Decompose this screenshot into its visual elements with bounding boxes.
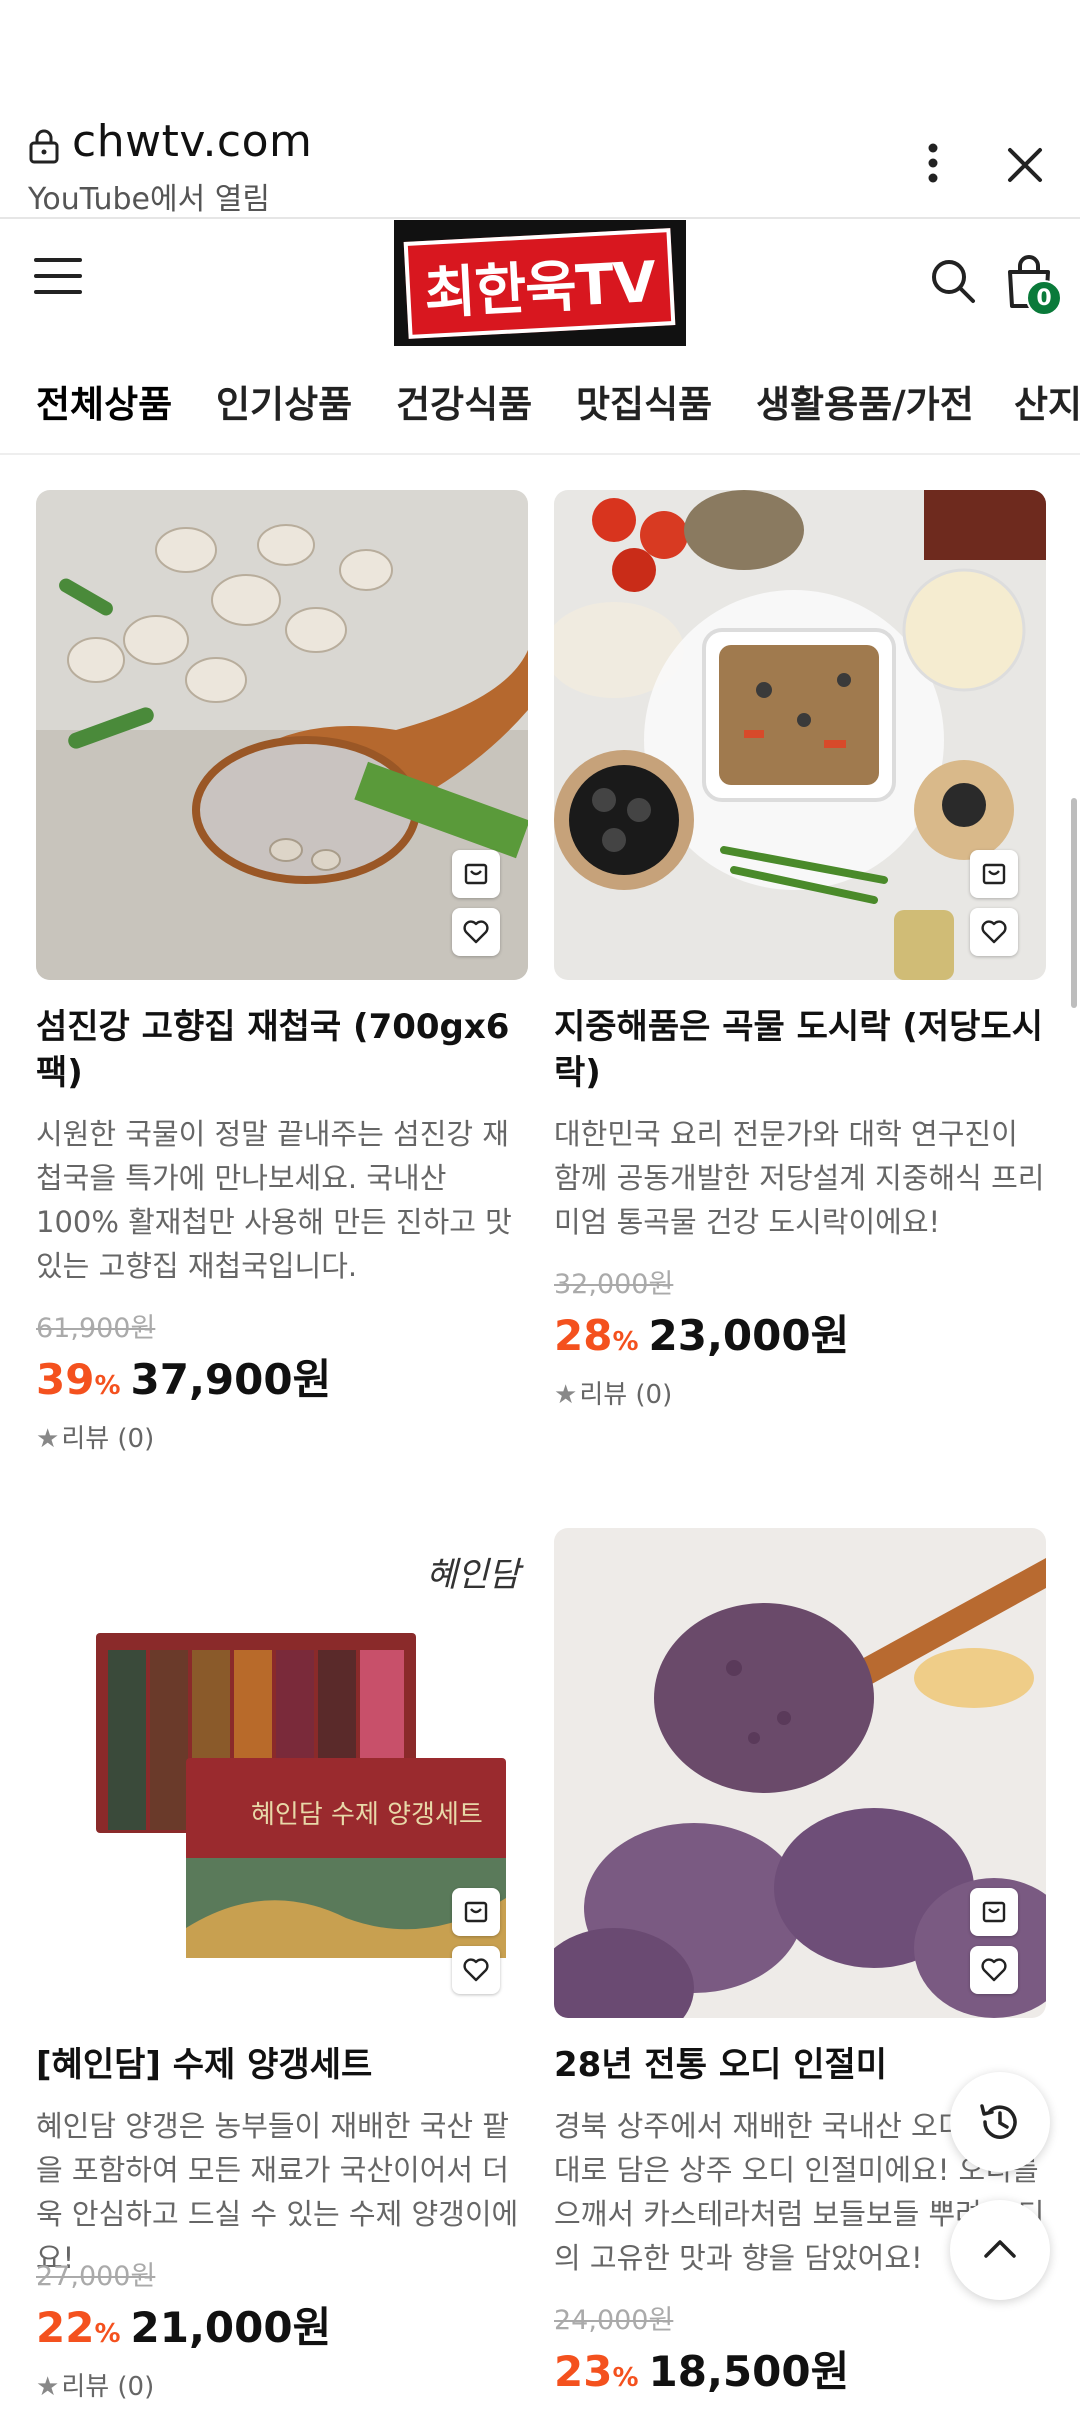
product-name[interactable]: 섬진강 고향집 재첩국 (700gx6팩) bbox=[36, 1004, 528, 1096]
star-icon: ★ bbox=[36, 1424, 60, 1454]
tab-popular[interactable]: 인기상품 bbox=[216, 374, 352, 428]
recently-viewed-button[interactable] bbox=[950, 2072, 1050, 2172]
product-image[interactable]: 혜인담 혜인담 수제 양갱세트 bbox=[36, 1528, 528, 2018]
tab-all-products[interactable]: 전체상품 bbox=[36, 374, 172, 428]
price-row: 23% 18,500원 bbox=[554, 2338, 849, 2399]
logo-text: 최한욱TV bbox=[404, 227, 676, 339]
scrollbar-thumb[interactable] bbox=[1071, 798, 1077, 1008]
product-description: 시원한 국물이 정말 끝내주는 섬진강 재첩국을 특가에 만나보세요. 국내산 … bbox=[36, 1117, 512, 1283]
heart-icon[interactable] bbox=[452, 908, 500, 956]
cart-count-badge: 0 bbox=[1026, 280, 1062, 316]
heart-icon[interactable] bbox=[452, 1946, 500, 1994]
discount-rate: 28 bbox=[554, 1311, 613, 1360]
product-description: 대한민국 요리 전문가와 대학 연구진이 함께 공동개발한 저당설계 지중해식 … bbox=[554, 1117, 1045, 1239]
review-count[interactable]: ★리뷰 (0) bbox=[36, 2366, 154, 2403]
heart-icon[interactable] bbox=[970, 1946, 1018, 1994]
price-row: 28% 23,000원 bbox=[554, 1302, 849, 1363]
product-image[interactable] bbox=[554, 1528, 1046, 2018]
cart-add-icon[interactable] bbox=[970, 1888, 1018, 1936]
hamburger-menu-icon[interactable] bbox=[34, 256, 82, 296]
tab-health-food[interactable]: 건강식품 bbox=[396, 374, 532, 428]
tabs-divider bbox=[0, 453, 1080, 455]
cart-add-icon[interactable] bbox=[452, 850, 500, 898]
product-image[interactable] bbox=[36, 490, 528, 980]
discount-rate: 39 bbox=[36, 1355, 95, 1404]
original-price: 61,900원 bbox=[36, 1313, 156, 1344]
sale-price: 21,000원 bbox=[130, 2303, 332, 2352]
original-price: 32,000원 bbox=[554, 1269, 674, 1300]
toolbar-divider bbox=[0, 217, 1080, 219]
opened-in-label: YouTube에서 열림 bbox=[28, 182, 270, 217]
browser-toolbar: chwtv.com YouTube에서 열림 bbox=[0, 0, 1080, 219]
sale-price: 18,500원 bbox=[648, 2347, 850, 2396]
lock-icon bbox=[29, 129, 59, 164]
site-logo[interactable]: 최한욱TV bbox=[394, 220, 686, 346]
price-row: 22% 21,000원 bbox=[36, 2294, 331, 2355]
chevron-up-icon bbox=[984, 2240, 1016, 2258]
history-icon bbox=[980, 2104, 1017, 2139]
search-icon[interactable] bbox=[928, 256, 976, 304]
image-text: 혜인담 수제 양갱세트 bbox=[251, 1800, 483, 1830]
percent-sign: % bbox=[94, 1371, 121, 1401]
original-price: 24,000원 bbox=[554, 2305, 674, 2336]
close-icon[interactable] bbox=[1000, 140, 1050, 190]
review-count[interactable]: ★리뷰 (0) bbox=[36, 1418, 154, 1455]
tab-restaurant-food[interactable]: 맛집식품 bbox=[576, 374, 712, 428]
scroll-top-button[interactable] bbox=[950, 2200, 1050, 2300]
discount-rate: 22 bbox=[36, 2303, 95, 2352]
cart-add-icon[interactable] bbox=[452, 1888, 500, 1936]
star-icon: ★ bbox=[554, 1380, 578, 1410]
cart-add-icon[interactable] bbox=[970, 850, 1018, 898]
product-name[interactable]: 지중해품은 곡물 도시락 (저당도시락) bbox=[554, 1004, 1046, 1096]
review-label: 리뷰 (0) bbox=[61, 2372, 155, 2402]
discount-rate: 23 bbox=[554, 2347, 613, 2396]
tab-living-appliances[interactable]: 생활용품/가전 bbox=[756, 374, 974, 428]
review-count[interactable]: ★리뷰 (0) bbox=[554, 1374, 672, 1411]
percent-sign: % bbox=[612, 1327, 639, 1357]
product-name[interactable]: [혜인담] 수제 양갱세트 bbox=[36, 2042, 528, 2088]
more-vert-icon[interactable] bbox=[910, 140, 956, 186]
percent-sign: % bbox=[612, 2363, 639, 2393]
sale-price: 37,900원 bbox=[130, 1355, 332, 1404]
review-label: 리뷰 (0) bbox=[61, 1424, 155, 1454]
url-text[interactable]: chwtv.com bbox=[72, 116, 312, 167]
category-tabs: 전체상품 인기상품 건강식품 맛집식품 생활용품/가전 산지 bbox=[0, 360, 1080, 450]
price-row: 39% 37,900원 bbox=[36, 1346, 331, 1407]
product-image[interactable] bbox=[554, 490, 1046, 980]
heart-icon[interactable] bbox=[970, 908, 1018, 956]
sale-price: 23,000원 bbox=[648, 1311, 850, 1360]
star-icon: ★ bbox=[36, 2372, 60, 2402]
original-price: 27,000원 bbox=[36, 2261, 156, 2292]
tab-origin[interactable]: 산지 bbox=[1014, 374, 1080, 428]
percent-sign: % bbox=[94, 2319, 121, 2349]
review-label: 리뷰 (0) bbox=[579, 1380, 673, 1410]
svg-text:혜인담: 혜인담 bbox=[426, 1555, 525, 1595]
